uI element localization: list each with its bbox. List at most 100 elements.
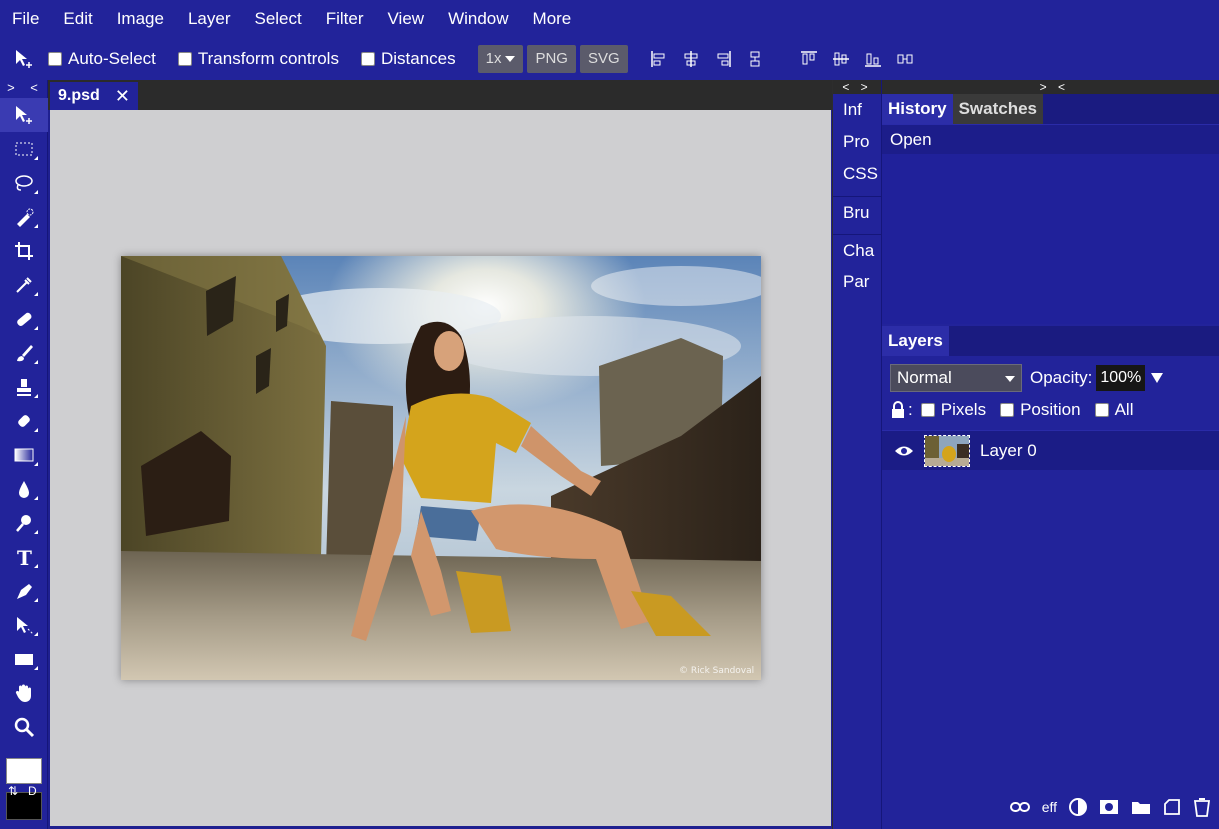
menu-view[interactable]: View (376, 0, 437, 38)
css-panel-button[interactable]: CSS (833, 158, 881, 190)
lock-all-label: All (1114, 400, 1134, 419)
export-svg-button[interactable]: SVG (579, 45, 628, 73)
default-colors-button[interactable]: D (28, 784, 37, 798)
properties-panel-button[interactable]: Pro (833, 126, 881, 158)
dodge-tool[interactable] (0, 506, 48, 540)
foreground-color[interactable] (6, 758, 42, 784)
color-swatches: ⇅ D (4, 756, 44, 822)
menu-bar: File Edit Image Layer Select Filter View… (0, 0, 1219, 38)
menu-window[interactable]: Window (436, 0, 520, 38)
menu-filter[interactable]: Filter (314, 0, 376, 38)
opacity-label: Opacity: (1030, 368, 1093, 387)
scale-dropdown[interactable]: 1x (477, 45, 524, 73)
path-select-tool[interactable] (0, 608, 48, 642)
svg-text:T: T (17, 546, 32, 568)
menu-image[interactable]: Image (105, 0, 176, 38)
layer-name[interactable]: Layer 0 (980, 441, 1037, 461)
align-left-icon[interactable] (650, 50, 668, 68)
lock-position-label: Position (1020, 400, 1081, 419)
eyedropper-tool[interactable] (0, 268, 48, 302)
transform-controls-checkbox[interactable]: Transform controls (177, 49, 339, 69)
right-panel-toggle[interactable]: > < (882, 80, 1219, 94)
gradient-tool[interactable] (0, 438, 48, 472)
folder-icon[interactable] (1131, 799, 1151, 815)
toolbar-collapse-toggle[interactable]: > < (0, 80, 47, 98)
eye-icon[interactable] (894, 445, 914, 457)
hand-icon (15, 684, 31, 702)
align-top-icon[interactable] (800, 50, 818, 68)
crop-tool[interactable] (0, 234, 48, 268)
lock-pixels-checkbox[interactable]: Pixels (920, 400, 986, 420)
menu-more[interactable]: More (521, 0, 584, 38)
blend-mode-select[interactable]: Normal (890, 364, 1022, 392)
move-icon (16, 106, 32, 124)
lock-position-checkbox[interactable]: Position (1000, 400, 1081, 420)
move-tool[interactable] (0, 98, 48, 132)
effects-button[interactable]: eff (1042, 799, 1057, 815)
opacity-input[interactable]: 100% (1096, 365, 1146, 391)
canvas-area[interactable]: © Rick Sandoval (50, 110, 831, 826)
quick-selection-tool[interactable] (0, 200, 48, 234)
chevron-down-icon (1005, 376, 1015, 382)
align-bottom-icon[interactable] (864, 50, 882, 68)
stamp-tool[interactable] (0, 370, 48, 404)
eraser-icon (18, 415, 30, 427)
lock-all-checkbox[interactable]: All (1094, 400, 1134, 420)
eyedropper-icon (16, 277, 32, 293)
info-panel-button[interactable]: Inf (833, 94, 881, 126)
adjustment-icon[interactable] (1069, 798, 1087, 816)
brush-tool[interactable] (0, 336, 48, 370)
menu-layer[interactable]: Layer (176, 0, 243, 38)
mini-panel-toggle[interactable]: < > (833, 80, 881, 94)
brush-icon (17, 345, 33, 362)
blend-mode-value: Normal (897, 368, 952, 387)
mask-icon[interactable] (1099, 799, 1119, 815)
layer-thumbnail (924, 434, 970, 467)
canvas-image[interactable]: © Rick Sandoval (121, 256, 761, 680)
lasso-tool[interactable] (0, 166, 48, 200)
close-icon[interactable]: ✕ (115, 82, 130, 110)
distribute-v-icon[interactable] (896, 50, 914, 68)
options-bar: Auto-Select Transform controls Distances… (0, 38, 1219, 80)
distances-checkbox[interactable]: Distances (360, 49, 456, 69)
tab-history[interactable]: History (882, 94, 953, 124)
export-png-button[interactable]: PNG (527, 45, 576, 73)
type-icon: T (17, 546, 32, 568)
eraser-tool[interactable] (0, 404, 48, 438)
new-layer-icon[interactable] (1163, 798, 1181, 816)
healing-tool[interactable] (0, 302, 48, 336)
crop-icon (15, 242, 33, 260)
tab-swatches[interactable]: Swatches (952, 94, 1044, 124)
align-center-h-icon[interactable] (682, 50, 700, 68)
pen-tool[interactable] (0, 574, 48, 608)
link-icon[interactable] (1009, 801, 1030, 813)
paragraph-panel-button[interactable]: Par (833, 266, 881, 298)
document-tab[interactable]: 9.psd ✕ (50, 82, 138, 110)
align-right-icon[interactable] (714, 50, 732, 68)
menu-edit[interactable]: Edit (51, 0, 104, 38)
distribute-h-icon[interactable] (746, 50, 764, 68)
brush-panel-button[interactable]: Bru (833, 196, 881, 228)
dodge-icon (16, 515, 31, 532)
menu-select[interactable]: Select (242, 0, 313, 38)
type-tool[interactable]: T (0, 540, 48, 574)
zoom-tool[interactable] (0, 710, 48, 744)
menu-file[interactable]: File (0, 0, 51, 38)
lasso-icon (15, 175, 33, 191)
hand-tool[interactable] (0, 676, 48, 710)
marquee-tool[interactable] (0, 132, 48, 166)
shape-tool[interactable] (0, 642, 48, 676)
swap-colors-button[interactable]: ⇅ (8, 784, 18, 798)
auto-select-checkbox[interactable]: Auto-Select (48, 49, 156, 69)
history-item[interactable]: Open (882, 124, 1219, 154)
character-panel-button[interactable]: Cha (833, 234, 881, 266)
opacity-dropdown-icon[interactable] (1151, 373, 1164, 383)
layer-row[interactable]: Layer 0 (882, 430, 1219, 470)
trash-icon[interactable] (1193, 797, 1211, 817)
tool-bar: > < T ⇅ D (0, 80, 48, 829)
blur-tool[interactable] (0, 472, 48, 506)
tab-layers[interactable]: Layers (882, 326, 949, 356)
magnifier-icon (14, 717, 35, 738)
align-middle-icon[interactable] (832, 50, 850, 68)
photo-watermark: © Rick Sandoval (679, 666, 754, 676)
